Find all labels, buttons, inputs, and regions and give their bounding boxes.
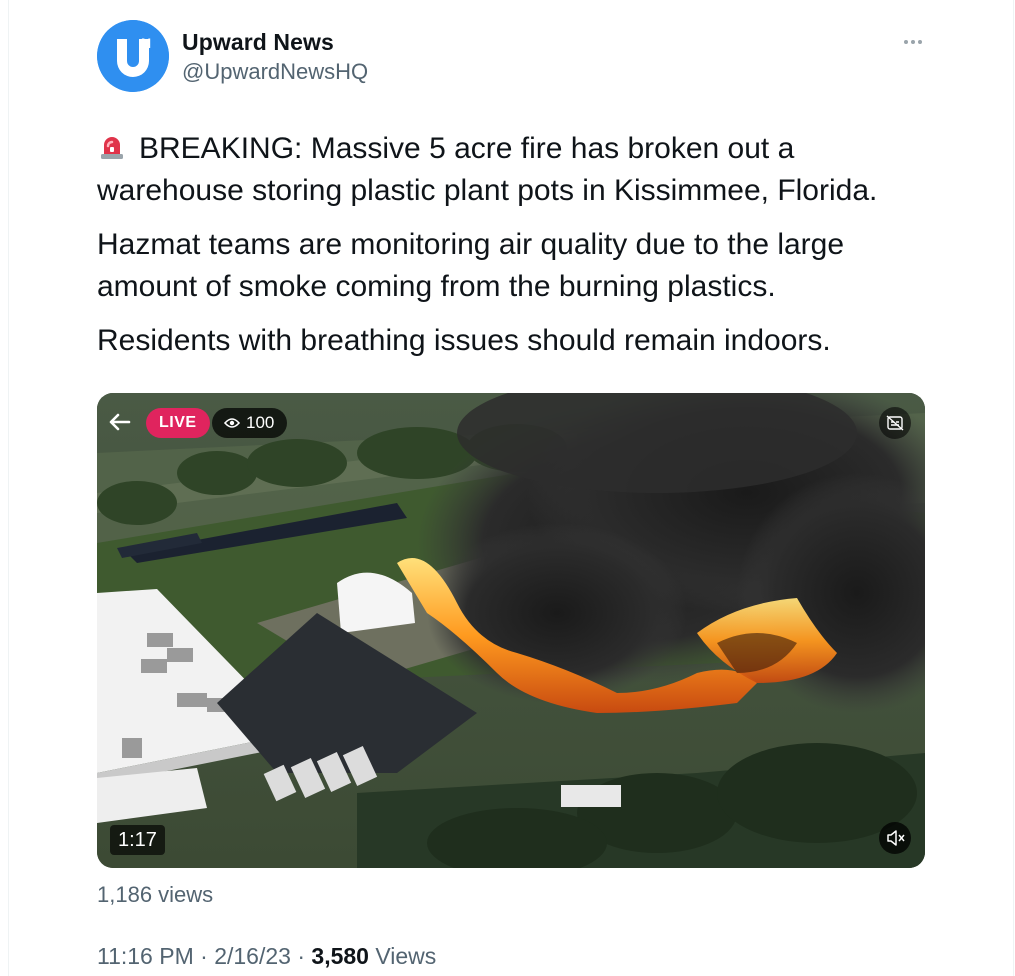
views-label: Views (375, 943, 437, 969)
live-video-player[interactable]: LIVE 100 1:17 (97, 393, 925, 868)
media-view-count: 1,186 views (97, 882, 214, 907)
meta-separator: · (297, 943, 306, 969)
rotating-light-icon (97, 131, 127, 161)
ellipsis-icon[interactable] (899, 30, 927, 54)
live-badge: LIVE (146, 408, 210, 438)
timeline-left-border (8, 0, 9, 976)
tweet-paragraph-3: Residents with breathing issues should r… (97, 324, 831, 357)
speaker-muted-icon[interactable] (879, 822, 911, 854)
avatar-superscript: N (141, 35, 151, 51)
viewer-count: 100 (246, 413, 275, 432)
views-count: 3,580 (311, 943, 369, 969)
tweet-time[interactable]: 11:16 PM (97, 943, 194, 969)
eye-icon (223, 409, 241, 428)
tweet-paragraph-1-text: BREAKING: Massive 5 acre fire has broken… (97, 132, 878, 207)
captions-off-icon[interactable] (879, 407, 911, 439)
viewer-count-badge: 100 (212, 408, 288, 438)
tweet-metadata: 11:16 PM · 2/16/23 · 3,580 Views (97, 943, 436, 970)
tweet-date[interactable]: 2/16/23 (214, 943, 291, 969)
timeline-right-border (1013, 0, 1014, 976)
video-timer: 1:17 (110, 825, 165, 855)
video-frame-fire (97, 393, 925, 868)
tweet-paragraph-2: Hazmat teams are monitoring air quality … (97, 228, 845, 303)
tweet-paragraph-1: BREAKING: Massive 5 acre fire has broken… (97, 128, 947, 212)
avatar[interactable]: N (97, 20, 169, 92)
arrow-left-icon[interactable] (105, 407, 135, 437)
author-handle[interactable]: @UpwardNewsHQ (182, 59, 368, 85)
author-name[interactable]: Upward News (182, 29, 334, 56)
meta-separator: · (200, 943, 208, 969)
